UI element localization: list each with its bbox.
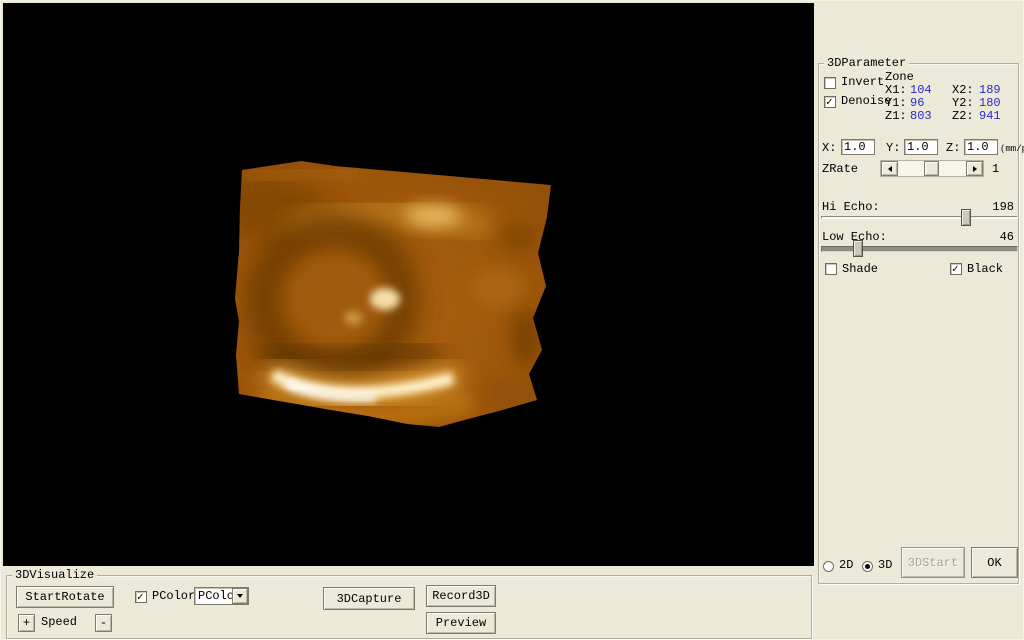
- start-rotate-button[interactable]: StartRotate: [16, 586, 114, 608]
- low-echo-slider-track[interactable]: [821, 246, 1018, 252]
- visualize-groupbox: 3DVisualize StartRotate PColor PColor 3D…: [6, 568, 812, 639]
- hi-echo-slider-track[interactable]: [821, 216, 1018, 219]
- zrate-scrollbar[interactable]: [880, 160, 984, 177]
- render-viewport[interactable]: [3, 3, 814, 566]
- pcolor-label: PColor: [152, 589, 196, 603]
- pcolor-dropdown-button[interactable]: [232, 588, 248, 604]
- mode-2d-label: 2D: [839, 558, 854, 572]
- speed-label: Speed: [41, 615, 78, 629]
- zone-z1-label: Z1:: [885, 109, 907, 123]
- scale-z-label: Z:: [946, 141, 961, 155]
- low-echo-slider-thumb[interactable]: [852, 240, 863, 257]
- arrow-left-icon: [887, 165, 892, 172]
- scale-y-input[interactable]: [904, 139, 938, 155]
- zone-z2-label: Z2:: [952, 109, 974, 123]
- shade-label: Shade: [842, 262, 879, 276]
- record3d-button[interactable]: Record3D: [426, 585, 496, 607]
- scale-x-input[interactable]: [841, 139, 875, 155]
- black-checkbox[interactable]: [950, 262, 962, 276]
- zrate-scrollbar-thumb[interactable]: [923, 161, 939, 176]
- 3dcapture-button[interactable]: 3DCapture: [323, 587, 415, 610]
- denoise-checkbox[interactable]: [824, 95, 836, 109]
- hi-echo-slider-thumb[interactable]: [960, 209, 971, 226]
- arrow-right-icon: [972, 165, 977, 172]
- chevron-down-icon: [237, 594, 243, 598]
- invert-checkbox[interactable]: [824, 77, 836, 89]
- 3dstart-button[interactable]: 3DStart: [901, 547, 965, 578]
- visualize-group-title: 3DVisualize: [12, 568, 98, 582]
- invert-label: Invert: [841, 75, 885, 89]
- zrate-scroll-right-button[interactable]: [966, 161, 983, 176]
- hi-echo-slider[interactable]: [821, 209, 1018, 226]
- param-groupbox: 3DParameter Invert Denoise Zone X1: 104 …: [818, 56, 1024, 584]
- low-echo-slider[interactable]: [821, 240, 1018, 257]
- zrate-scroll-left-button[interactable]: [881, 161, 898, 176]
- zone-z2-value: 941: [979, 109, 1001, 123]
- speed-plus-button[interactable]: +: [18, 614, 35, 632]
- app-window: 3DParameter Invert Denoise Zone X1: 104 …: [0, 0, 1024, 640]
- pcolor-checkbox[interactable]: [135, 590, 147, 604]
- shade-checkbox[interactable]: [825, 263, 837, 275]
- scale-z-input[interactable]: [964, 139, 998, 155]
- denoise-label: Denoise: [841, 94, 892, 108]
- scale-unit-label: (mm/p): [1000, 144, 1024, 154]
- zone-z1-value: 803: [910, 109, 932, 123]
- speed-minus-button[interactable]: -: [95, 614, 112, 632]
- scale-y-label: Y:: [886, 141, 901, 155]
- pcolor-select[interactable]: PColor: [194, 587, 249, 605]
- zrate-label: ZRate: [822, 162, 859, 176]
- mode-2d-radio[interactable]: [823, 561, 834, 572]
- preview-button[interactable]: Preview: [426, 612, 496, 634]
- zrate-value: 1: [992, 162, 1000, 176]
- ok-button[interactable]: OK: [971, 547, 1018, 578]
- mode-3d-radio[interactable]: [862, 561, 873, 572]
- mode-3d-label: 3D: [878, 558, 893, 572]
- param-group-title: 3DParameter: [824, 56, 910, 70]
- ultrasound-volume: [235, 161, 551, 427]
- scale-x-label: X:: [822, 141, 837, 155]
- black-label: Black: [967, 262, 1004, 276]
